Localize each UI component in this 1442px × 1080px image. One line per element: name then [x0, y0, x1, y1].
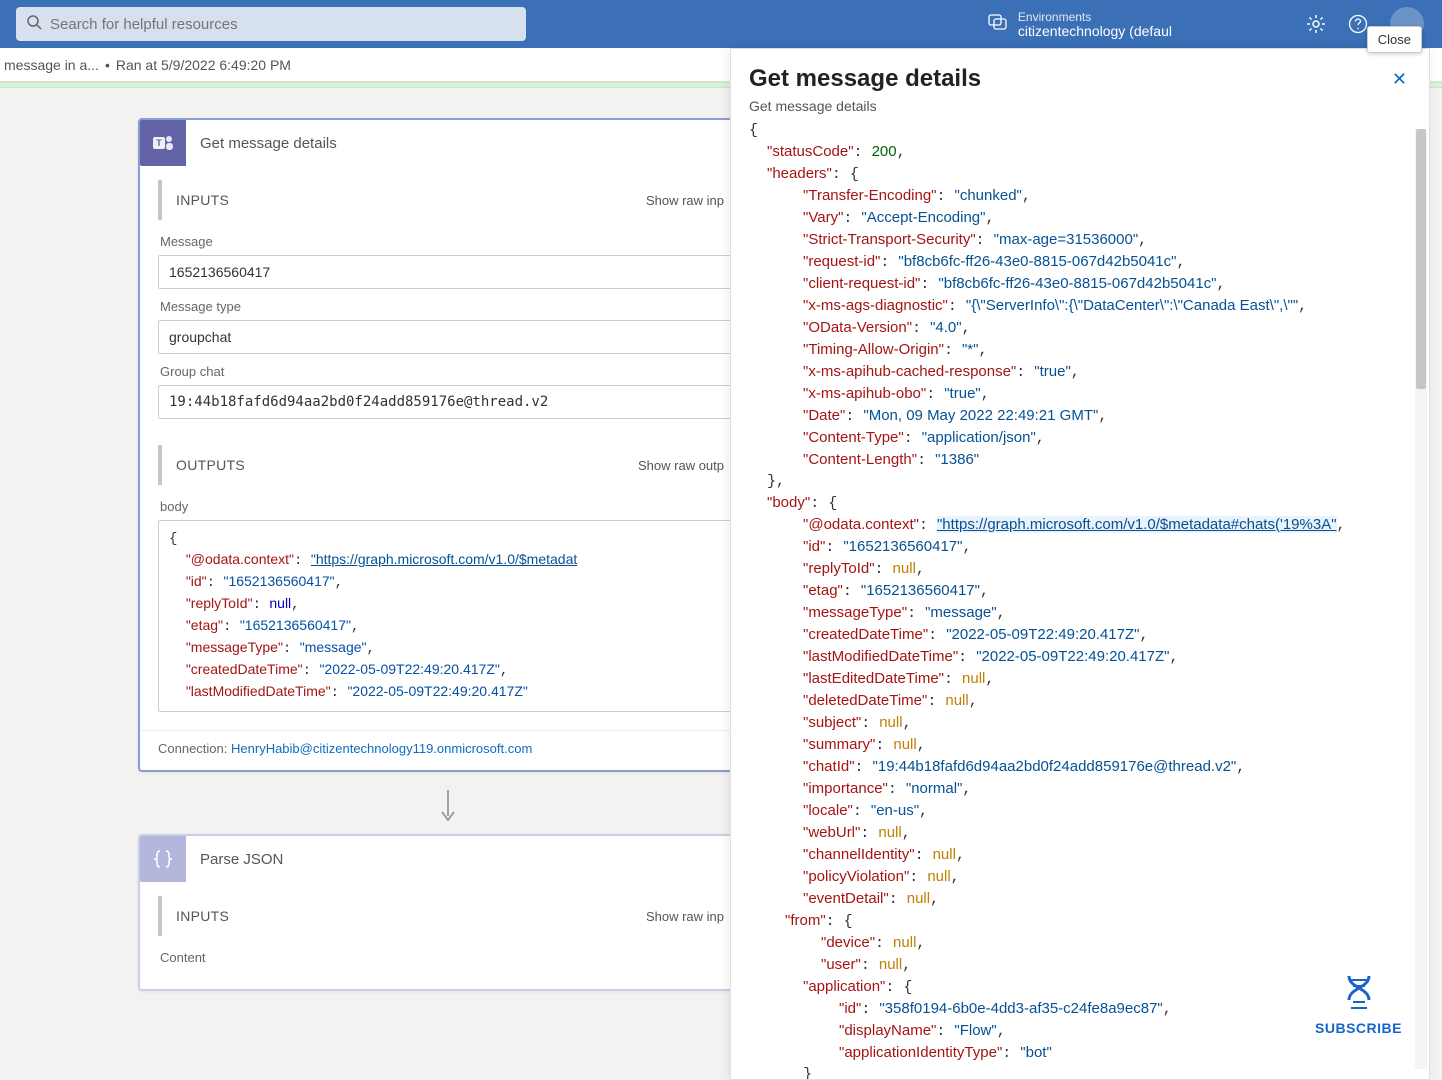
show-raw-inputs-link[interactable]: Show raw inp — [646, 193, 724, 208]
inputs-header: INPUTS Show raw inp — [158, 180, 738, 220]
inputs-title: INPUTS — [176, 192, 229, 208]
action-card-title: Parse JSON — [200, 851, 283, 868]
connection-row: Connection: HenryHabib@citizentechnology… — [140, 730, 756, 770]
details-panel-title: Get message details — [749, 65, 981, 93]
action-card-header[interactable]: T Get message details — [140, 120, 756, 166]
gear-icon[interactable] — [1306, 14, 1326, 34]
action-card-body: INPUTS Show raw inp Content — [140, 882, 756, 989]
close-icon[interactable]: ✕ — [1388, 65, 1411, 94]
flow-column: T Get message details INPUTS Show raw in… — [138, 118, 758, 1009]
field-label-content: Content — [160, 950, 738, 965]
svg-text:T: T — [156, 138, 162, 148]
show-raw-inputs-link[interactable]: Show raw inp — [646, 909, 724, 924]
scrollbar[interactable] — [1415, 129, 1427, 1069]
environment-picker[interactable]: Environments citizentechnology (defaul — [988, 10, 1172, 38]
inputs-title: INPUTS — [176, 908, 229, 924]
field-label-message: Message — [160, 234, 738, 249]
environment-label: Environments — [1018, 10, 1172, 24]
breadcrumb-flow-name[interactable]: message in a... — [4, 57, 99, 73]
inputs-header: INPUTS Show raw inp — [158, 896, 738, 936]
details-panel-header: Get message details ✕ — [731, 49, 1429, 98]
scrollbar-thumb[interactable] — [1416, 129, 1426, 389]
field-label-body: body — [160, 499, 738, 514]
field-value-message: 1652136560417 — [158, 255, 738, 289]
breadcrumb-run-time: Ran at 5/9/2022 6:49:20 PM — [116, 57, 291, 73]
close-tooltip: Close — [1367, 26, 1422, 53]
details-panel: Get message details ✕ Get message detail… — [730, 48, 1430, 1080]
connection-label: Connection: — [158, 741, 227, 756]
output-body-json[interactable]: { "@odata.context": "https://graph.micro… — [158, 520, 738, 712]
action-card-get-message-details[interactable]: T Get message details INPUTS Show raw in… — [138, 118, 758, 772]
action-card-header[interactable]: Parse JSON — [140, 836, 756, 882]
environment-text: Environments citizentechnology (defaul — [1018, 10, 1172, 38]
outputs-header: OUTPUTS Show raw outp — [158, 445, 738, 485]
search-input[interactable] — [50, 16, 516, 33]
field-label-group-chat: Group chat — [160, 364, 738, 379]
field-value-message-type: groupchat — [158, 320, 738, 354]
breadcrumb-separator: • — [105, 57, 110, 73]
outputs-title: OUTPUTS — [176, 457, 245, 473]
field-label-message-type: Message type — [160, 299, 738, 314]
details-panel-subtitle: Get message details — [731, 98, 1429, 120]
details-panel-json[interactable]: { "statusCode": 200, "headers": { "Trans… — [731, 120, 1429, 1079]
flow-arrow-icon — [138, 790, 758, 824]
environment-icon — [988, 12, 1008, 37]
show-raw-outputs-link[interactable]: Show raw outp — [638, 458, 724, 473]
data-operation-icon — [140, 836, 186, 882]
subscribe-label: SUBSCRIBE — [1315, 1020, 1402, 1036]
subscribe-badge[interactable]: SUBSCRIBE — [1315, 972, 1402, 1036]
action-card-title: Get message details — [200, 135, 337, 152]
top-bar: Environments citizentechnology (defaul — [0, 0, 1442, 48]
connection-link[interactable]: HenryHabib@citizentechnology119.onmicros… — [231, 741, 532, 756]
action-card-parse-json[interactable]: Parse JSON INPUTS Show raw inp Content — [138, 834, 758, 991]
field-value-group-chat: 19:44b18fafd6d94aa2bd0f24add859176e@thre… — [158, 385, 738, 419]
teams-icon: T — [140, 120, 186, 166]
search-icon — [26, 14, 42, 35]
action-card-body: INPUTS Show raw inp Message 165213656041… — [140, 166, 756, 730]
dna-icon — [1315, 972, 1402, 1016]
search-box[interactable] — [16, 7, 526, 41]
environment-value: citizentechnology (defaul — [1018, 24, 1172, 38]
help-icon[interactable] — [1348, 14, 1368, 34]
